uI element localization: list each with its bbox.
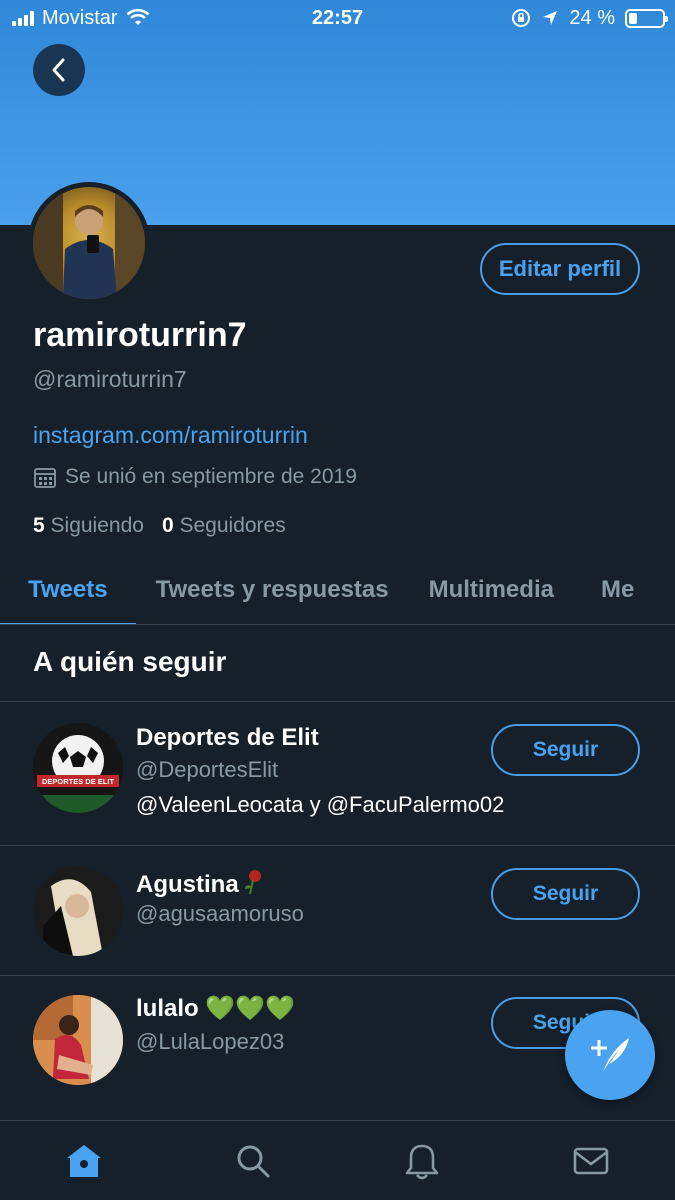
suggestion-name-text: lulalo [136,995,199,1022]
nav-notifications[interactable] [392,1131,452,1191]
carrier-label: Movistar [42,6,118,29]
tab-tweets[interactable]: Tweets [0,556,136,624]
avatar-photo [33,995,123,1085]
profile-display-name: ramiroturrin7 [33,316,247,354]
compose-tweet-button[interactable] [565,1010,655,1100]
list-item[interactable]: Agustina @agusaamoruso Seguir [0,845,675,975]
chevron-left-icon [52,58,65,82]
suggestion-context: @ValeenLeocata y @FacuPalermo02 [136,792,505,817]
edit-profile-button[interactable]: Editar perfil [480,243,640,295]
joined-label: Se unió en septiembre de 2019 [65,465,357,488]
following-count: 5 [33,514,45,537]
suggestion-handle: @DeportesElit [136,757,279,782]
notifications-icon [405,1144,439,1179]
nav-home[interactable] [54,1131,114,1191]
battery-percent: 24 % [569,6,615,29]
avatar-photo [33,866,123,956]
suggestion-handle: @LulaLopez03 [136,1029,285,1054]
profile-tabs: Tweets Tweets y respuestas Multimedia Me [0,556,675,625]
home-icon [67,1144,102,1177]
avatar [33,866,123,956]
search-icon [237,1145,270,1177]
compose-tweet-icon [591,1038,629,1072]
suggestion-name-text: Agustina [136,871,239,898]
battery-fill [629,12,637,24]
following-label: Siguiendo [50,514,144,537]
avatar-photo [33,187,145,299]
nav-messages[interactable] [561,1131,621,1191]
profile-website-link[interactable]: instagram.com/ramiroturrin [33,422,308,449]
green-hearts: 💚💚💚 [205,995,295,1022]
list-item[interactable]: DEPORTES DE ELIT Deportes de Elit @Depor… [0,701,675,845]
avatar [33,995,123,1085]
status-bar: Movistar 22:57 24 % [0,0,675,36]
avatar-logo: DEPORTES DE ELIT [33,723,123,813]
calendar-icon [34,468,56,488]
wifi-icon [126,9,149,25]
who-to-follow-title: A quién seguir [33,646,227,677]
suggestion-name[interactable]: lulalo 💚💚💚 [136,994,295,1023]
signal-icon [12,10,34,26]
bottom-nav [0,1120,675,1200]
tab-media[interactable]: Multimedia [429,556,554,624]
rose-icon [244,870,261,895]
profile-avatar[interactable] [28,182,150,304]
follow-button[interactable]: Seguir [491,724,640,776]
location-icon [543,11,558,25]
followers-link[interactable]: 0 Seguidores [162,514,286,538]
followers-label: Seguidores [179,514,286,537]
messages-icon [573,1147,608,1174]
tab-tweets-and-replies[interactable]: Tweets y respuestas [156,556,389,624]
follow-stats: 5 Siguiendo 0 Seguidores [33,514,286,538]
avatar-logo-text: DEPORTES DE ELIT [42,777,115,786]
suggestion-handle: @agusaamoruso [136,901,304,926]
profile-joined-date: Se unió en septiembre de 2019 [33,465,357,489]
followers-count: 0 [161,514,174,537]
back-button[interactable] [33,44,85,96]
profile-handle: @ramiroturrin7 [33,366,187,392]
avatar: DEPORTES DE ELIT [33,723,123,813]
follow-button[interactable]: Seguir [491,868,640,920]
tab-likes[interactable]: Me [601,556,634,624]
suggestion-name[interactable]: Deportes de Elit [136,724,319,752]
orientation-lock-icon [512,9,531,27]
suggestion-name[interactable]: Agustina [136,868,265,899]
battery-icon [625,8,668,28]
nav-search[interactable] [223,1131,283,1191]
following-link[interactable]: 5 Siguiendo [33,514,144,538]
